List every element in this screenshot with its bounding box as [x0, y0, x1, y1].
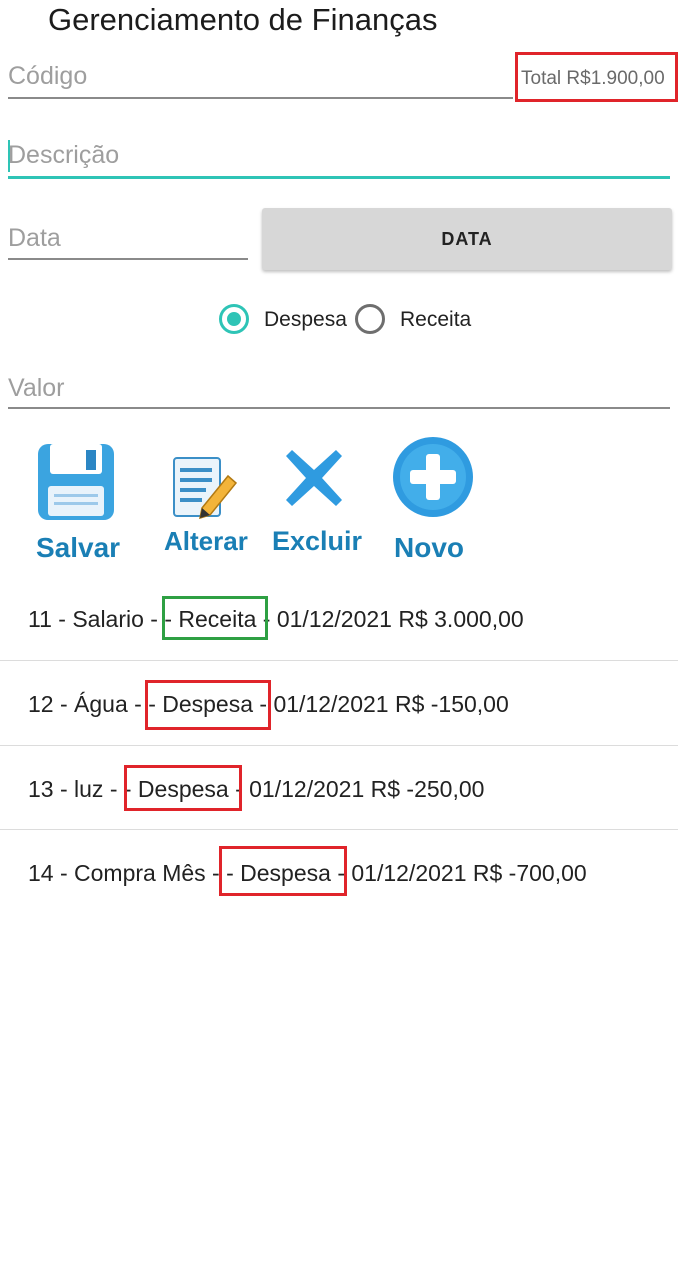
despesa-highlight-box — [124, 765, 242, 811]
novo-label: Novo — [394, 532, 464, 563]
codigo-field[interactable]: Código — [8, 62, 87, 91]
data-field[interactable]: Data — [8, 224, 61, 253]
list-item-suffix: - 01/12/2021 R$ -250,00 — [235, 776, 485, 802]
radio-despesa[interactable]: Despesa — [219, 304, 349, 336]
descricao-underline — [8, 176, 670, 179]
list-item-suffix: - 01/12/2021 R$ 3.000,00 — [262, 606, 524, 632]
valor-underline — [8, 407, 670, 409]
list-item-suffix: - 01/12/2021 R$ -700,00 — [337, 860, 587, 886]
radio-receita-circle — [355, 304, 385, 334]
radio-despesa-label: Despesa — [264, 308, 347, 331]
codigo-placeholder: Código — [8, 62, 88, 90]
list-item-prefix: 14 - Compra Mês - — [28, 860, 220, 886]
list-divider — [0, 660, 678, 661]
list-item-text: 13 - luz - - Despesa - 01/12/2021 R$ -25… — [28, 747, 484, 831]
descricao-placeholder: Descrição — [8, 141, 120, 169]
radio-selected-dot — [227, 312, 241, 326]
list-divider — [0, 745, 678, 746]
salvar-button[interactable]: Salvar — [30, 432, 140, 567]
salvar-label: Salvar — [36, 532, 121, 563]
novo-button[interactable]: Novo — [390, 436, 490, 566]
excluir-label: Excluir — [272, 526, 363, 556]
descricao-field[interactable]: Descrição — [8, 141, 119, 170]
list-divider — [0, 829, 678, 830]
radio-receita-label: Receita — [400, 308, 472, 331]
valor-placeholder: Valor — [8, 374, 65, 402]
edit-document-icon — [173, 457, 238, 520]
list-item[interactable]: 12 - Água - - Despesa - 01/12/2021 R$ -1… — [0, 662, 678, 746]
alterar-label: Alterar — [164, 526, 248, 556]
data-button[interactable]: DATA — [262, 208, 672, 270]
data-underline — [8, 258, 248, 260]
page-title: Gerenciamento de Finanças — [48, 2, 438, 37]
list-item-prefix: 13 - luz - — [28, 776, 118, 802]
radio-receita[interactable]: Receita — [355, 304, 480, 336]
list-item-suffix: - 01/12/2021 R$ -150,00 — [259, 691, 509, 717]
radio-despesa-circle — [219, 304, 249, 334]
despesa-highlight-box — [219, 846, 347, 896]
list-item-prefix: 11 - Salario - — [28, 606, 158, 632]
list-item-prefix: 12 - Água - — [28, 691, 142, 717]
list-item[interactable]: 13 - luz - - Despesa - 01/12/2021 R$ -25… — [0, 747, 678, 831]
add-plus-icon — [393, 437, 473, 517]
codigo-underline — [8, 97, 513, 99]
list-item[interactable]: 11 - Salario - - Receita - 01/12/2021 R$… — [0, 577, 678, 661]
excluir-button[interactable]: Excluir — [272, 440, 372, 560]
list-item-text: 11 - Salario - - Receita - 01/12/2021 R$… — [28, 577, 524, 661]
despesa-highlight-box — [145, 680, 271, 730]
valor-field[interactable]: Valor — [8, 374, 65, 403]
floppy-disk-icon — [38, 444, 114, 520]
data-placeholder: Data — [8, 224, 61, 252]
alterar-button[interactable]: Alterar — [160, 440, 260, 560]
receita-highlight-box — [162, 596, 268, 640]
total-label: Total R$1.900,00 — [521, 68, 665, 89]
delete-x-icon — [286, 450, 342, 506]
